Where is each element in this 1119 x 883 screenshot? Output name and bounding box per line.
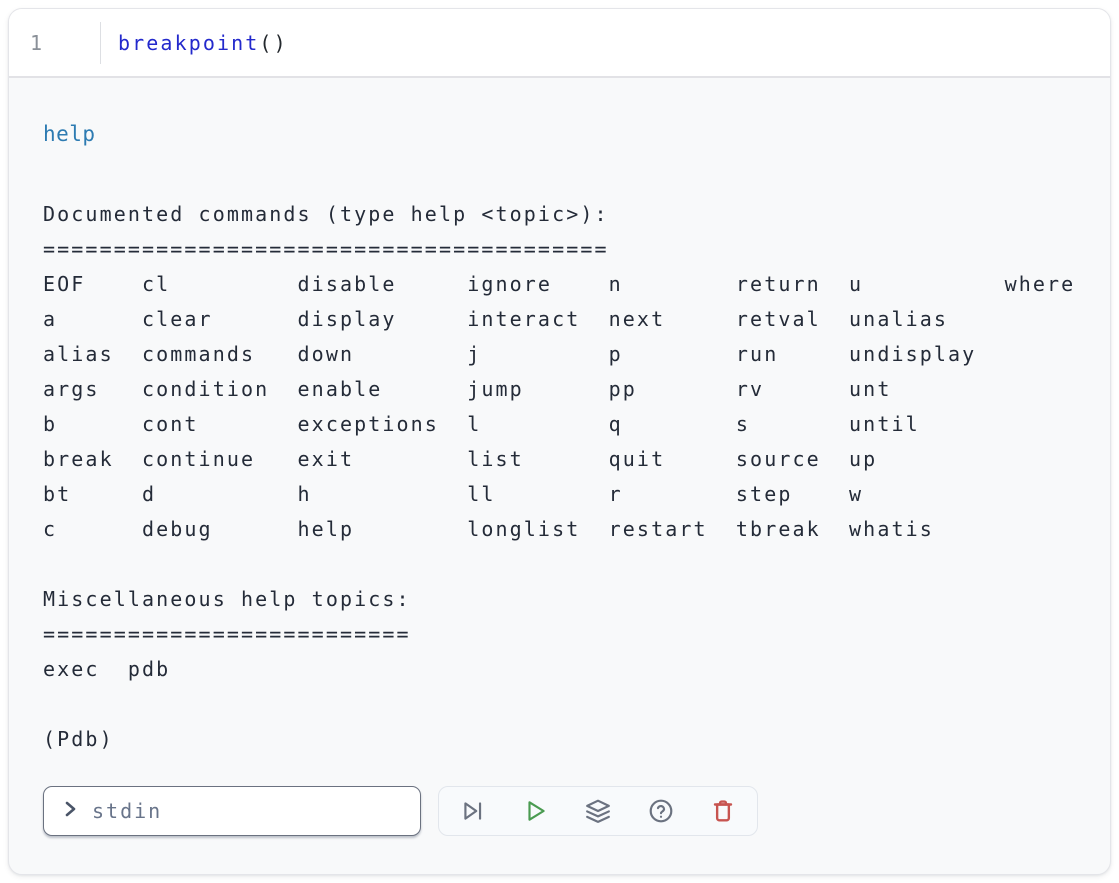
stack-button[interactable]	[585, 798, 611, 824]
console-toolbar	[438, 786, 758, 836]
misc-help-ruler: ==========================	[43, 622, 411, 646]
run-button[interactable]	[523, 798, 549, 824]
stdin-row	[43, 786, 1110, 836]
stdin-input[interactable]	[92, 799, 404, 823]
console-output-area: help Documented commands (type help <top…	[9, 78, 1110, 836]
pdb-command-table: EOF cl disable ignore n return u where a…	[43, 272, 1075, 541]
editor-gutter: 1	[9, 9, 101, 76]
code-token-punctuation: ()	[259, 31, 287, 55]
step-over-button[interactable]	[460, 798, 486, 824]
code-token-builtin: breakpoint	[118, 31, 259, 55]
line-number: 1	[30, 31, 44, 55]
pdb-help-output: Documented commands (type help <topic>):…	[43, 197, 1110, 757]
notebook-cell: 1 breakpoint() help Documented commands …	[8, 8, 1111, 875]
misc-help-header: Miscellaneous help topics:	[43, 587, 411, 611]
trash-icon	[710, 798, 736, 824]
play-icon	[523, 798, 549, 824]
skip-forward-icon	[460, 798, 486, 824]
prompt-chevron-icon	[60, 799, 80, 823]
help-button[interactable]	[648, 798, 674, 824]
misc-help-topics: exec pdb	[43, 657, 170, 681]
code-line[interactable]: breakpoint()	[101, 9, 288, 76]
layers-icon	[585, 798, 611, 824]
documented-commands-header: Documented commands (type help <topic>):	[43, 202, 609, 226]
stdin-input-box[interactable]	[43, 786, 421, 836]
stdin-echo: help	[43, 121, 1110, 147]
documented-commands-ruler: ========================================	[43, 237, 609, 261]
pdb-prompt: (Pdb)	[43, 727, 114, 751]
clear-button[interactable]	[710, 798, 736, 824]
help-circle-icon	[648, 798, 674, 824]
code-editor: 1 breakpoint()	[9, 9, 1110, 78]
